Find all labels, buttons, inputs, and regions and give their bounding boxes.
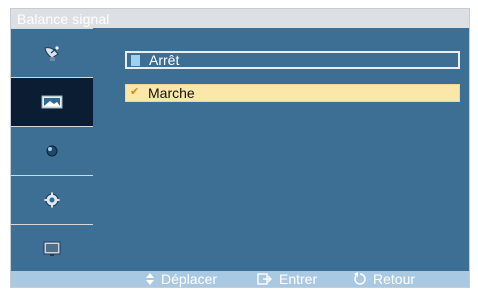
satellite-dish-icon — [44, 46, 59, 61]
hint-back: Retour — [353, 271, 415, 287]
sidebar-item-picture[interactable] — [11, 78, 93, 126]
sound-icon — [46, 145, 58, 157]
osd-menu-panel: Balance signal Arrêt ✔ Marche Déplacer E… — [10, 8, 470, 288]
sidebar-item-input[interactable] — [11, 29, 93, 77]
menu-title: Balance signal — [17, 11, 110, 27]
hint-bar: Déplacer Entrer Retour — [11, 271, 469, 287]
sidebar — [11, 28, 93, 273]
title-bar: Balance signal — [11, 9, 469, 28]
option-off-label: Arrêt — [149, 52, 180, 68]
display-screen-icon — [43, 241, 61, 256]
hint-enter: Entrer — [257, 271, 317, 287]
option-marker — [131, 55, 140, 66]
return-icon — [354, 272, 366, 285]
checkmark-icon: ✔ — [130, 85, 140, 98]
picture-icon — [41, 95, 63, 109]
settings-gear-icon — [44, 192, 60, 208]
option-off[interactable]: Arrêt — [125, 51, 460, 69]
hint-move-label: Déplacer — [161, 271, 218, 287]
sidebar-item-sound[interactable] — [11, 127, 93, 175]
hint-back-label: Retour — [373, 271, 416, 287]
hint-move: Déplacer — [145, 271, 217, 287]
sidebar-item-setup[interactable] — [11, 176, 93, 224]
sidebar-item-display[interactable] — [11, 225, 93, 273]
hint-enter-label: Entrer — [279, 271, 318, 287]
enter-icon — [257, 273, 272, 285]
up-down-arrows-icon — [146, 273, 154, 285]
option-on-label: Marche — [148, 85, 195, 101]
option-on[interactable]: ✔ Marche — [125, 84, 460, 102]
